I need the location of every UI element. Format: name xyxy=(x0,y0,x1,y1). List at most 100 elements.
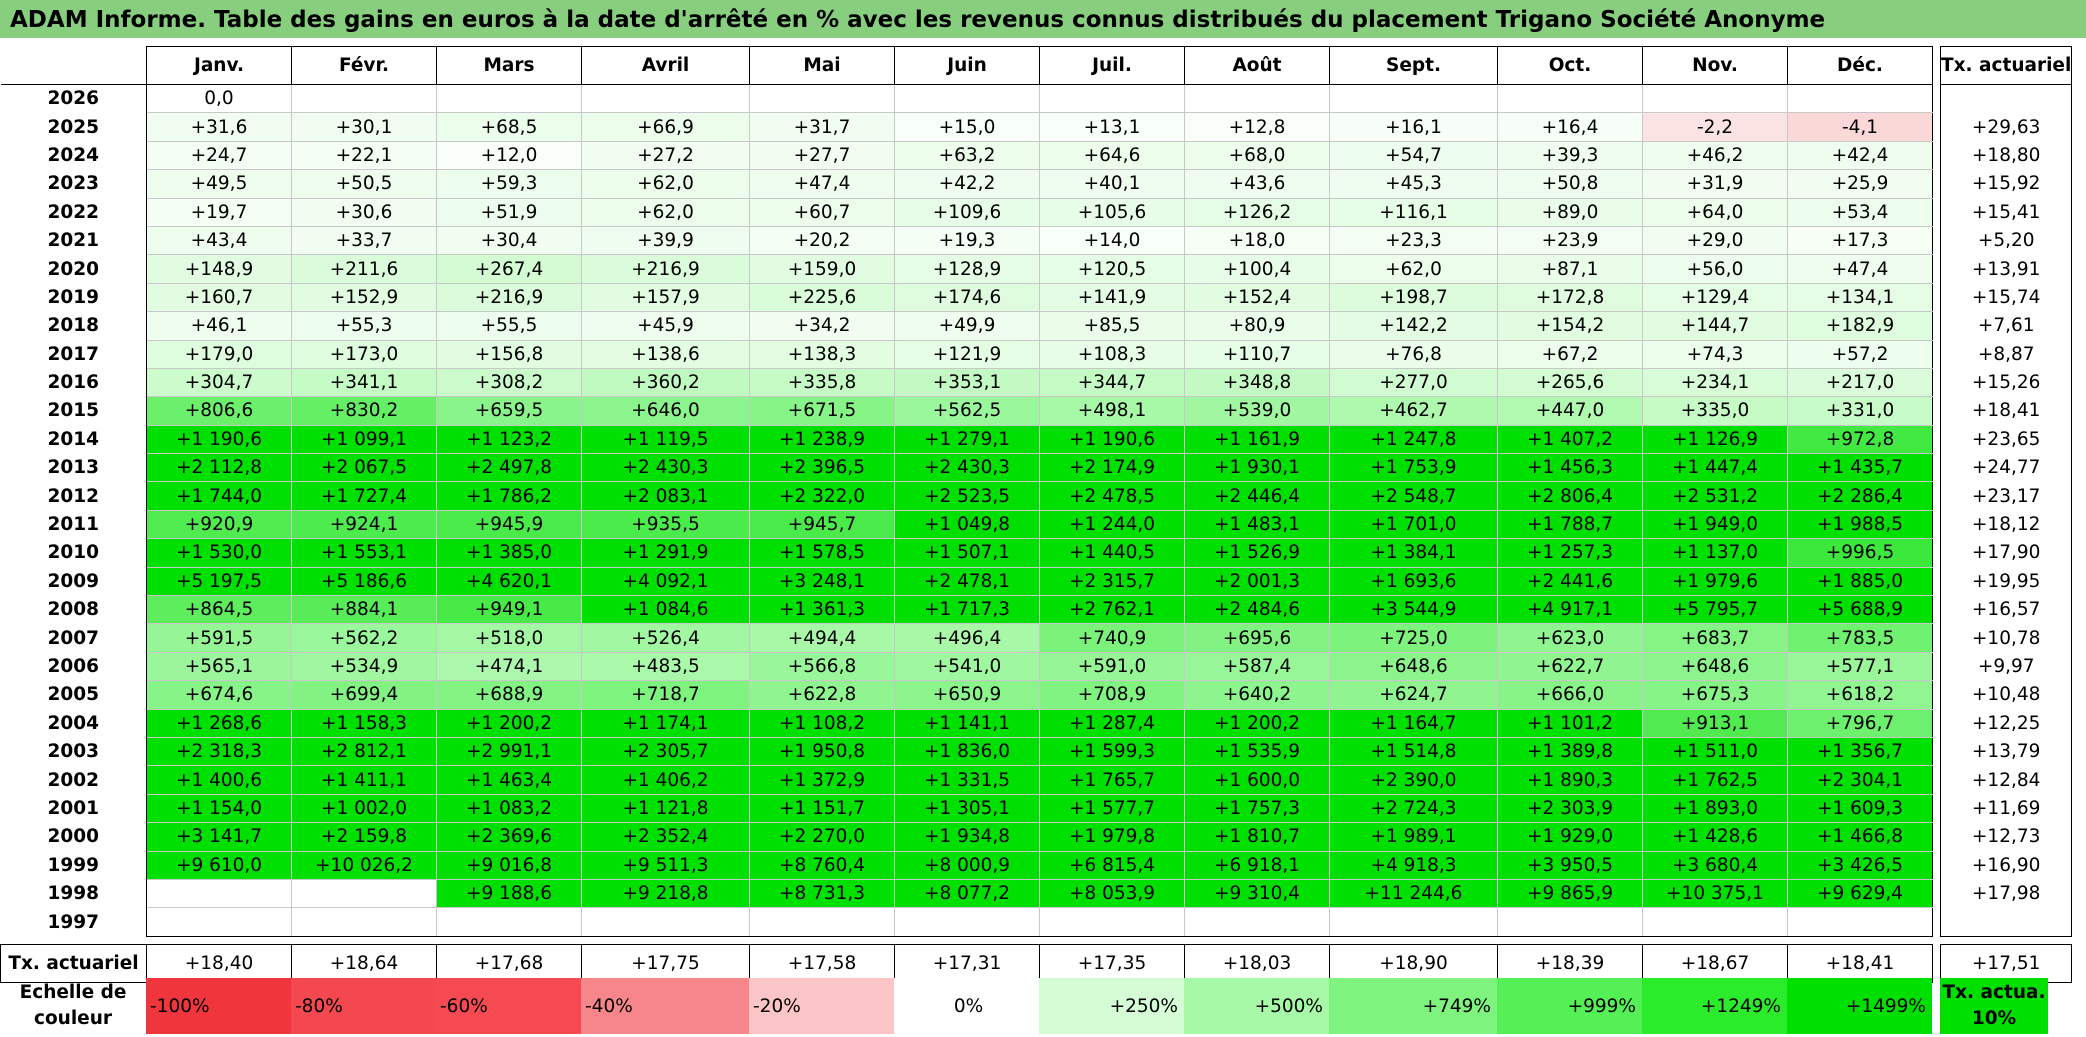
gain-cell xyxy=(291,83,437,114)
gain-cell: +267,4 xyxy=(436,254,582,284)
gain-cell: +74,3 xyxy=(1642,339,1788,369)
table-row: 2007 +591,5 +562,2 +518,0 +526,4 +494,4 +496,4… xyxy=(0,623,1933,653)
gain-cell: +57,2 xyxy=(1787,339,1933,369)
rate-header: Tx. actuariel xyxy=(1939,46,2073,85)
gain-cell: +494,4 xyxy=(749,623,895,653)
rate-row: +19,95 xyxy=(1939,567,2073,596)
gain-cell: +783,5 xyxy=(1787,623,1933,653)
rate-cell: +13,79 xyxy=(1939,737,2073,766)
gain-cell: +2 390,0 xyxy=(1329,765,1498,795)
gain-cell: +2 441,6 xyxy=(1497,566,1643,597)
gain-cell: +76,8 xyxy=(1329,339,1498,369)
legend-swatch: -100% xyxy=(146,978,291,1034)
gain-cell: +591,0 xyxy=(1039,651,1185,682)
gain-cell: +3 680,4 xyxy=(1642,850,1788,880)
gain-cell: +1 934,8 xyxy=(894,822,1040,852)
gain-cell: +1 788,7 xyxy=(1497,509,1643,540)
gain-cell: +566,8 xyxy=(749,651,895,682)
gain-cell: +157,9 xyxy=(581,282,750,313)
gain-cell xyxy=(749,83,895,114)
gain-cell: +5 688,9 xyxy=(1787,595,1933,625)
gain-cell: +8 077,2 xyxy=(894,878,1040,909)
gain-cell: +526,4 xyxy=(581,623,750,653)
gain-cell: +618,2 xyxy=(1787,680,1933,710)
gain-cell: +331,0 xyxy=(1787,396,1933,426)
rate-legend-swatch: Tx. actua. 10% xyxy=(1940,978,2048,1034)
gain-cell: +1 141,1 xyxy=(894,708,1040,738)
gain-cell: +1 101,2 xyxy=(1497,708,1643,738)
gain-cell: +172,8 xyxy=(1497,282,1643,313)
gain-cell: +144,7 xyxy=(1642,311,1788,341)
gain-cell: +18,0 xyxy=(1184,225,1330,256)
year-label: 2024 xyxy=(0,141,147,170)
legend-swatch: -20% xyxy=(749,978,894,1034)
gain-cell: +1 693,6 xyxy=(1329,566,1498,597)
gain-cell: +587,4 xyxy=(1184,651,1330,682)
legend-swatch: -80% xyxy=(291,978,436,1034)
gain-cell: +3 426,5 xyxy=(1787,850,1933,880)
gain-cell: +2 991,1 xyxy=(436,736,582,767)
gain-cell: +864,5 xyxy=(146,595,292,625)
rate-cell: +23,65 xyxy=(1939,425,2073,454)
gain-cell: +198,7 xyxy=(1329,282,1498,313)
gain-cell: +80,9 xyxy=(1184,311,1330,341)
gain-cell: +13,1 xyxy=(1039,112,1185,142)
table-row: 2021 +43,4 +33,7 +30,4 +39,9 +20,2 +19,3 +14,0 +… xyxy=(0,225,1933,256)
year-label: 2007 xyxy=(0,623,147,653)
gain-cell: +2 430,3 xyxy=(581,453,750,483)
rate-row: +12,84 xyxy=(1939,765,2073,795)
gain-cell: +154,2 xyxy=(1497,311,1643,341)
year-label: 1998 xyxy=(0,879,147,908)
month-header: Nov. xyxy=(1642,46,1788,85)
gain-cell: +20,2 xyxy=(749,225,895,256)
gain-cell: +62,0 xyxy=(581,169,750,199)
gain-cell: +1 200,2 xyxy=(1184,708,1330,738)
rate-cell: +18,41 xyxy=(1939,396,2073,426)
gain-cell xyxy=(1497,907,1643,937)
gain-cell: +9 629,4 xyxy=(1787,878,1933,909)
gain-cell: +1 836,0 xyxy=(894,736,1040,767)
gain-cell: +116,1 xyxy=(1329,197,1498,227)
gain-cell: +725,0 xyxy=(1329,623,1498,653)
gain-cell: +1 428,6 xyxy=(1642,822,1788,852)
rate-row: +18,12 xyxy=(1939,510,2073,539)
rate-header-row: Tx. actuariel xyxy=(1939,46,2073,85)
gain-cell: +50,8 xyxy=(1497,169,1643,199)
page-title: ADAM Informe. Table des gains en euros à… xyxy=(0,0,2086,38)
gain-cell: +1 765,7 xyxy=(1039,765,1185,795)
gain-cell: +1 810,7 xyxy=(1184,822,1330,852)
gain-cell: +16,1 xyxy=(1329,112,1498,142)
gain-cell: +60,7 xyxy=(749,197,895,227)
month-header: Avril xyxy=(581,46,750,85)
overall-rate-cell: +17,51 xyxy=(1939,943,2073,983)
gain-cell: +1 384,1 xyxy=(1329,538,1498,568)
gain-cell: +1 456,3 xyxy=(1497,453,1643,483)
table-row: 2003 +2 318,3 +2 812,1 +2 991,1 +2 305,7 +1 9… xyxy=(0,736,1933,767)
footer-rate-cell: +18,40 xyxy=(146,943,292,983)
rate-footer-row: +17,51 xyxy=(1939,943,2073,983)
gain-cell: +43,6 xyxy=(1184,169,1330,199)
gain-cell: +159,0 xyxy=(749,254,895,284)
gain-cell: +277,0 xyxy=(1329,367,1498,398)
gain-cell: +217,0 xyxy=(1787,367,1933,398)
rate-cell: +12,84 xyxy=(1939,765,2073,795)
gain-cell: +56,0 xyxy=(1642,254,1788,284)
gain-cell: +30,1 xyxy=(291,112,437,142)
year-label: 2003 xyxy=(0,737,147,766)
gain-cell: +10 026,2 xyxy=(291,850,437,880)
gain-cell: +55,3 xyxy=(291,311,437,341)
gain-cell xyxy=(1329,907,1498,937)
gain-cell: +1 578,5 xyxy=(749,538,895,568)
footer-rate-cell: +17,68 xyxy=(436,943,582,983)
table-row: 2013 +2 112,8 +2 067,5 +2 497,8 +2 430,3 +2 3… xyxy=(0,453,1933,483)
gain-cell: +62,0 xyxy=(1329,254,1498,284)
table-row: 2024 +24,7 +22,1 +12,0 +27,2 +27,7 +63,2 +64,6 +… xyxy=(0,140,1933,171)
table-row: 2015 +806,6 +830,2 +659,5 +646,0 +671,5 +562,5… xyxy=(0,396,1933,426)
gain-cell: +718,7 xyxy=(581,680,750,710)
table-row: 2019 +160,7 +152,9 +216,9 +157,9 +225,6 +174,6… xyxy=(0,282,1933,313)
gain-cell: +142,2 xyxy=(1329,311,1498,341)
legend-swatch: +999% xyxy=(1497,978,1642,1034)
gain-cell: +1 361,3 xyxy=(749,595,895,625)
gain-cell: +1 123,2 xyxy=(436,424,582,455)
gain-cell: +1 331,5 xyxy=(894,765,1040,795)
